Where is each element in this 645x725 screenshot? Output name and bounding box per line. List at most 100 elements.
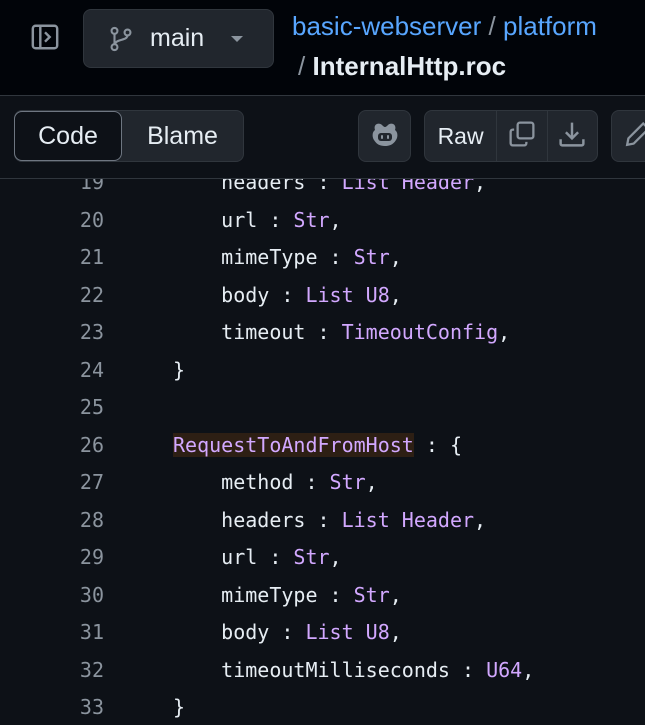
line-number[interactable]: 28 (0, 502, 104, 540)
edit-file-button[interactable] (611, 110, 645, 162)
type-token: Str (329, 470, 366, 494)
expand-file-tree-button[interactable] (22, 16, 68, 62)
line-number[interactable]: 32 (0, 652, 104, 690)
line-source: timeoutMilliseconds : U64, (173, 652, 534, 690)
code-token: headers : (221, 179, 342, 194)
download-button[interactable] (548, 111, 597, 161)
code-token: headers : (221, 507, 342, 532)
code-token: , (389, 282, 402, 307)
code-token: , (389, 245, 402, 269)
code-token: , (365, 470, 378, 494)
line-number[interactable]: 25 (0, 389, 104, 427)
branch-selector-button[interactable]: main (83, 9, 274, 68)
type-token: TimeoutConfig (341, 320, 499, 344)
breadcrumb-separator: / (488, 11, 496, 41)
download-icon (558, 120, 586, 153)
breadcrumb-separator: / (298, 51, 306, 81)
code-token: } (173, 695, 186, 719)
line-number[interactable]: 24 (0, 352, 104, 390)
type-token: List U8 (305, 282, 390, 307)
code-token: mimeType : (221, 582, 354, 607)
breadcrumb-repo-link[interactable]: basic-webserver (292, 11, 481, 41)
file-toolbar: Code Blame Raw (0, 96, 645, 179)
raw-button[interactable]: Raw (425, 111, 498, 161)
line-source: headers : List Header, (173, 179, 486, 202)
code-line: 28 headers : List Header, (0, 502, 645, 540)
line-number[interactable]: 22 (0, 277, 104, 315)
line-number[interactable]: 19 (0, 179, 104, 202)
line-source: body : List U8, (173, 277, 402, 315)
type-token: Str (293, 207, 330, 232)
copilot-icon (369, 120, 401, 153)
code-token: } (173, 357, 186, 382)
breadcrumb-file-name: InternalHttp.roc (312, 51, 507, 81)
type-token: List Header (341, 507, 475, 532)
line-source: } (173, 689, 185, 725)
line-source: body : List U8, (173, 614, 402, 652)
file-actions-group: Raw (424, 110, 598, 162)
code-line: 24} (0, 352, 645, 390)
code-line: 26 RequestToAndFromHost : { (0, 427, 645, 465)
line-source: url : Str, (173, 202, 342, 240)
copilot-button[interactable] (358, 110, 411, 162)
code-line: 32 timeoutMilliseconds : U64, (0, 652, 645, 690)
type-token: List U8 (305, 620, 390, 644)
code-token: , (474, 179, 487, 194)
line-source: } (173, 352, 185, 390)
line-number[interactable]: 30 (0, 577, 104, 615)
type-token: Str (353, 582, 390, 607)
code-line: 25 (0, 389, 645, 427)
tab-code[interactable]: Code (14, 111, 122, 161)
view-mode-toggle: Code Blame (14, 110, 244, 162)
code-token: body : (221, 282, 306, 307)
code-token: timeout : (221, 320, 342, 344)
file-header: main basic-webserver / platform / Intern… (0, 0, 645, 96)
code-token: , (474, 507, 487, 532)
code-token: : { (413, 432, 462, 457)
line-number[interactable]: 29 (0, 539, 104, 577)
breadcrumb-folder-link[interactable]: platform (503, 11, 597, 41)
code-token: , (329, 545, 342, 569)
breadcrumb: basic-webserver / platform / InternalHtt… (292, 6, 597, 86)
line-source: mimeType : Str, (173, 577, 402, 615)
code-token: url : (221, 207, 294, 232)
code-token: url : (221, 545, 294, 569)
line-number[interactable]: 33 (0, 689, 104, 725)
line-source: timeout : TimeoutConfig, (173, 314, 510, 352)
line-number[interactable]: 27 (0, 464, 104, 502)
code-line: 22 body : List U8, (0, 277, 645, 315)
code-viewer: 19 headers : List Header, 20 url : Str, 21… (0, 179, 645, 725)
line-number[interactable]: 21 (0, 239, 104, 277)
line-number[interactable]: 20 (0, 202, 104, 240)
sidebar-expand-icon (30, 22, 60, 57)
line-number[interactable]: 23 (0, 314, 104, 352)
type-token: List Header (341, 179, 475, 194)
tab-blame[interactable]: Blame (122, 111, 243, 161)
code-token: , (522, 657, 535, 682)
code-line: 31 body : List U8, (0, 614, 645, 652)
code-line: 33} (0, 689, 645, 725)
line-source: method : Str, (173, 464, 378, 502)
code-line: 23 timeout : TimeoutConfig, (0, 314, 645, 352)
code-line: 20 url : Str, (0, 202, 645, 240)
code-line: 19 headers : List Header, (0, 179, 645, 202)
line-number[interactable]: 31 (0, 614, 104, 652)
pencil-icon (624, 120, 645, 153)
code-token: method : (221, 470, 330, 494)
line-source: mimeType : Str, (173, 239, 402, 277)
copy-button[interactable] (497, 111, 548, 161)
code-token: body : (221, 620, 306, 644)
line-number[interactable]: 26 (0, 427, 104, 465)
line-source: RequestToAndFromHost : { (173, 427, 462, 465)
code-line: 27 method : Str, (0, 464, 645, 502)
triangle-down-icon (230, 34, 244, 44)
code-line: 29 url : Str, (0, 539, 645, 577)
git-branch-icon (108, 25, 134, 53)
line-source: headers : List Header, (173, 502, 486, 540)
branch-name: main (150, 24, 205, 52)
type-token: U64 (486, 657, 523, 682)
code-line: 21 mimeType : Str, (0, 239, 645, 277)
code-token: , (329, 207, 342, 232)
type-token: RequestToAndFromHost (173, 432, 414, 457)
copy-icon (508, 120, 536, 153)
